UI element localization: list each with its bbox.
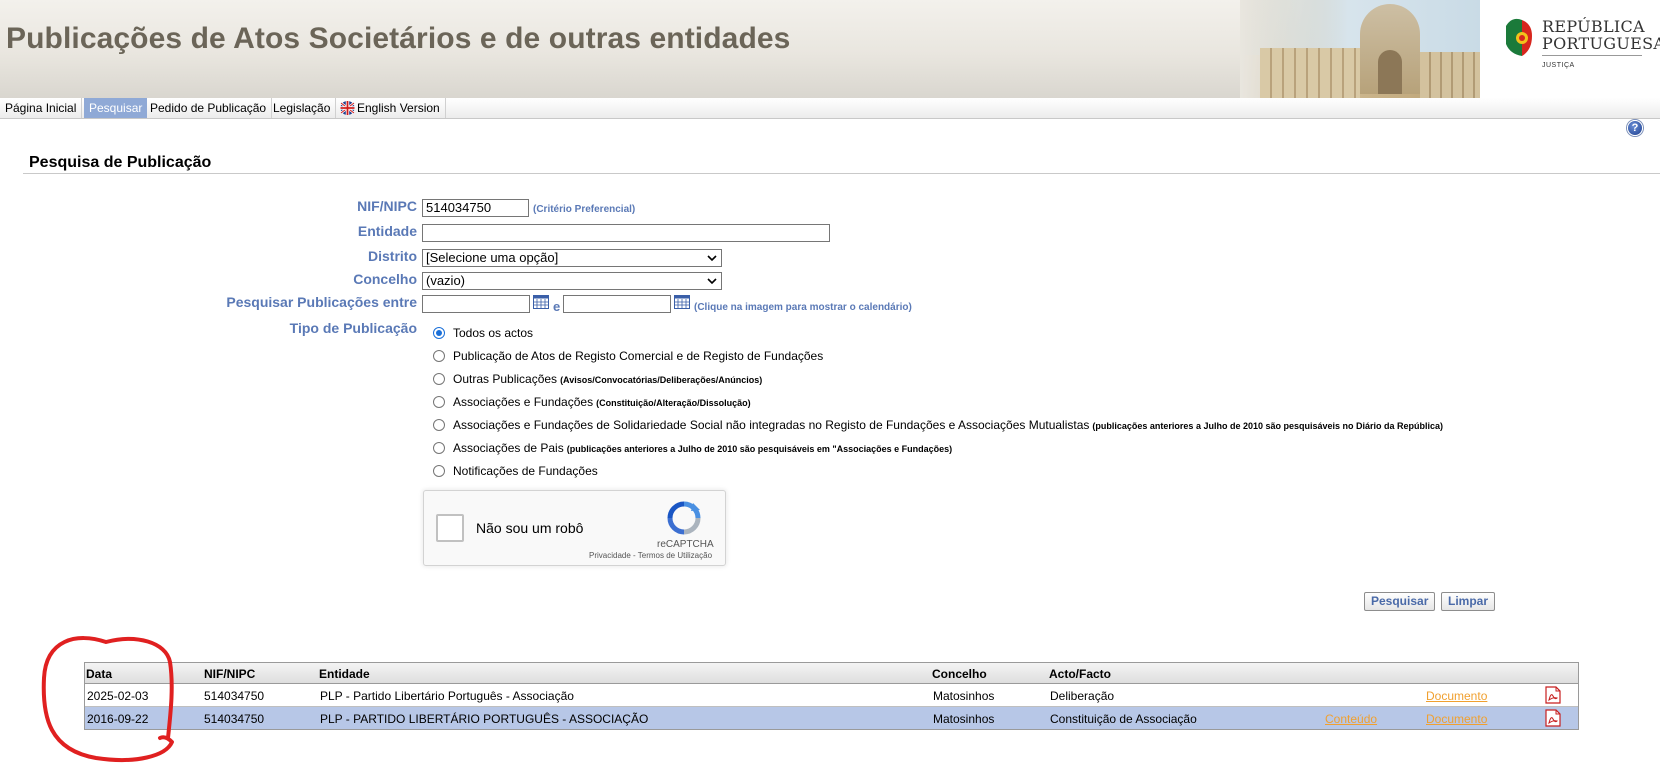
results-table: Data NIF/NIPC Entidade Concelho Acto/Fac… <box>84 662 1579 730</box>
recaptcha-label: Não sou um robô <box>476 520 584 536</box>
calendar-icon[interactable] <box>674 295 690 309</box>
radio-button[interactable] <box>433 396 445 408</box>
recaptcha-checkbox[interactable] <box>436 514 464 542</box>
help-icon[interactable]: ? <box>1627 120 1643 136</box>
radio-button[interactable] <box>433 465 445 477</box>
pdf-icon[interactable] <box>1545 686 1561 704</box>
nav-english-version[interactable]: English Version <box>334 98 446 118</box>
concelho-select[interactable]: (vazio) <box>422 272 722 290</box>
row-date: 2025-02-03 <box>87 689 149 703</box>
conteudo-link[interactable]: Conteúdo <box>1325 712 1377 726</box>
radio-button[interactable] <box>433 373 445 385</box>
column-header: NIF/NIPC <box>204 667 256 681</box>
datas-label: Pesquisar Publicações entre <box>226 294 417 310</box>
date-hint: (Clique na imagem para mostrar o calendá… <box>694 302 912 313</box>
concelho-label: Concelho <box>353 271 417 287</box>
logo-text: REPÚBLICA PORTUGUESA <box>1542 17 1660 53</box>
column-header: Concelho <box>932 667 987 681</box>
radio-button[interactable] <box>433 327 445 339</box>
row-concelho: Matosinhos <box>933 712 995 726</box>
nav-pagina-inicial[interactable]: Página Inicial <box>0 98 83 118</box>
radio-button[interactable] <box>433 350 445 362</box>
row-acto: Deliberação <box>1050 689 1115 703</box>
distrito-select[interactable]: [Selecione uma opção] <box>422 249 722 267</box>
table-row: 2016-09-22 514034750 PLP - PARTIDO LIBER… <box>85 707 1578 729</box>
uk-flag-icon <box>340 101 355 115</box>
recaptcha-widget: Não sou um robô reCAPTCHA Privacidade - … <box>423 490 726 566</box>
column-header: Entidade <box>319 667 370 681</box>
date-between-label: e <box>553 299 561 314</box>
nif-hint: (Critério Preferencial) <box>533 204 636 215</box>
entidade-input[interactable] <box>422 224 830 242</box>
radio-button[interactable] <box>433 419 445 431</box>
site-header: Publicações de Atos Societários e de out… <box>0 0 1660 98</box>
date-to-input[interactable] <box>563 295 671 313</box>
row-nif: 514034750 <box>204 689 265 703</box>
recaptcha-logo-icon <box>667 501 701 535</box>
row-entidade: PLP - PARTIDO LIBERTÁRIO PORTUGUÊS - ASS… <box>320 712 649 726</box>
documento-link[interactable]: Documento <box>1426 689 1487 703</box>
site-title: Publicações de Atos Societários e de out… <box>6 22 791 55</box>
table-header: Data NIF/NIPC Entidade Concelho Acto/Fac… <box>85 663 1578 684</box>
row-entidade: PLP - Partido Libertário Português - Ass… <box>320 689 574 703</box>
nav-legislacao[interactable]: Legislação <box>268 98 337 118</box>
nav-pedido-publicacao[interactable]: Pedido de Publicação <box>145 98 273 118</box>
main-nav: Página Inicial Pesquisar Pedido de Publi… <box>0 98 1660 119</box>
table-row: 2025-02-03 514034750 PLP - Partido Liber… <box>85 684 1578 707</box>
recaptcha-brand: reCAPTCHA <box>657 539 714 550</box>
header-photo <box>1240 0 1480 98</box>
pdf-icon[interactable] <box>1545 709 1561 727</box>
entidade-label: Entidade <box>357 223 417 239</box>
republica-logo[interactable]: REPÚBLICA PORTUGUESA JUSTIÇA <box>1480 0 1660 98</box>
logo-subtitle: JUSTIÇA <box>1542 62 1575 69</box>
section-divider <box>23 173 1660 174</box>
column-header: Acto/Facto <box>1049 667 1112 681</box>
row-concelho: Matosinhos <box>933 689 995 703</box>
portuguese-emblem-icon <box>1506 18 1532 56</box>
distrito-label: Distrito <box>368 248 417 264</box>
chevron-down-icon <box>707 255 717 262</box>
nif-input[interactable]: 514034750 <box>422 199 529 217</box>
documento-link[interactable]: Documento <box>1426 712 1487 726</box>
row-acto: Constituição de Associação <box>1050 712 1197 726</box>
row-nif: 514034750 <box>204 712 265 726</box>
column-header: Data <box>86 667 113 681</box>
chevron-down-icon <box>707 278 717 285</box>
calendar-icon[interactable] <box>533 295 549 309</box>
search-button[interactable]: Pesquisar <box>1364 592 1436 611</box>
page-title: Pesquisa de Publicação <box>29 154 212 171</box>
row-date: 2016-09-22 <box>87 712 149 726</box>
clear-button[interactable]: Limpar <box>1441 592 1496 611</box>
date-from-input[interactable] <box>422 295 530 313</box>
nav-pesquisar[interactable]: Pesquisar <box>84 98 148 118</box>
recaptcha-links[interactable]: Privacidade - Termos de Utilização <box>589 551 712 560</box>
radio-button[interactable] <box>433 442 445 454</box>
nif-label: NIF/NIPC <box>357 198 417 214</box>
tipo-publicacao-label: Tipo de Publicação <box>289 320 417 336</box>
